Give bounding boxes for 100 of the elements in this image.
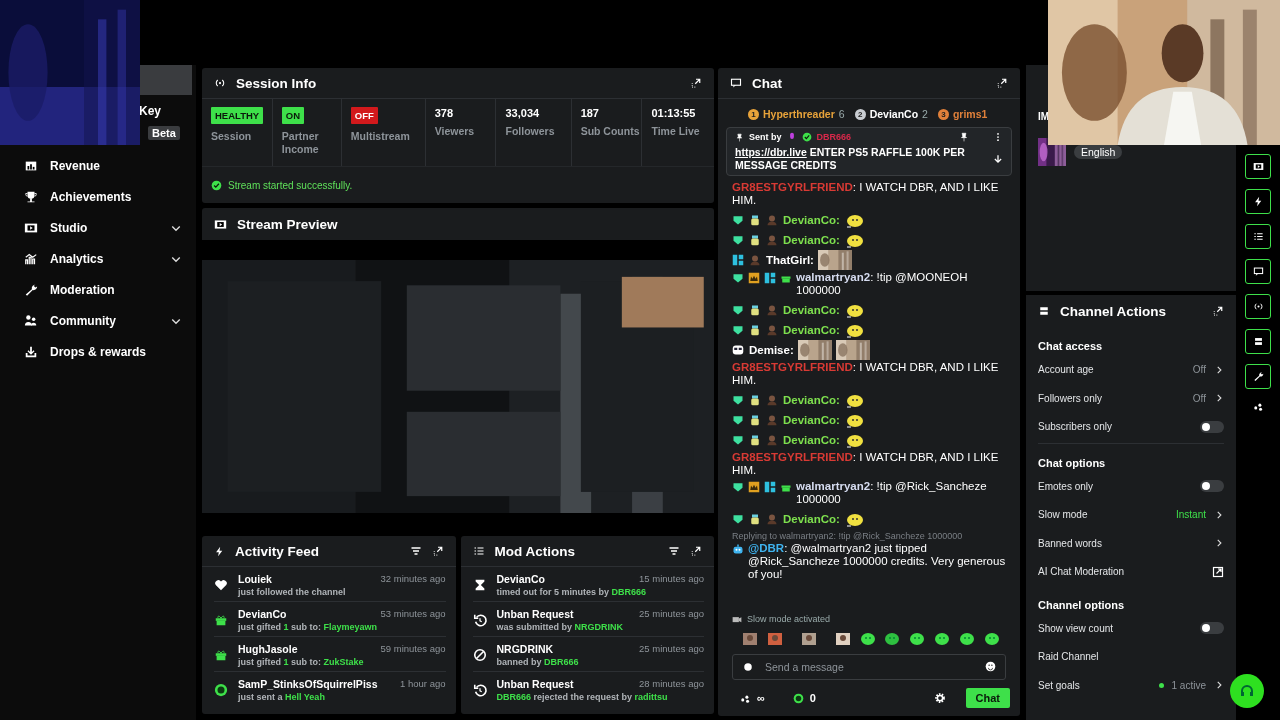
chevron-right-icon bbox=[1214, 680, 1224, 691]
toolbar-button[interactable] bbox=[1245, 189, 1271, 214]
heart-icon bbox=[214, 578, 228, 592]
chat-message: walmartryan2: !tip @MOONEOH 1000000 bbox=[796, 271, 969, 298]
section-heading: Channel options bbox=[1038, 597, 1126, 613]
video-icon bbox=[214, 217, 227, 231]
setting-row[interactable]: Raid Channel bbox=[1038, 642, 1224, 671]
sidebar-item[interactable]: Community bbox=[0, 305, 196, 336]
chat-username[interactable]: DevianCo: bbox=[783, 394, 840, 407]
shield-badge-icon bbox=[732, 304, 744, 317]
setting-value: Off bbox=[1192, 392, 1206, 404]
robot-badge-icon bbox=[732, 543, 744, 556]
toolbar-button[interactable] bbox=[1245, 224, 1271, 249]
rank-badge: 3 bbox=[937, 108, 949, 120]
settings-icon bbox=[933, 692, 946, 704]
grid-badge-icon bbox=[732, 254, 744, 267]
toggle-switch[interactable] bbox=[1200, 622, 1224, 635]
bottle-badge-icon bbox=[749, 434, 761, 447]
headset-icon bbox=[1239, 683, 1255, 699]
gift-count: 2 bbox=[922, 108, 928, 120]
avatar-badge-icon bbox=[766, 214, 778, 227]
timestamp: 28 minutes ago bbox=[639, 678, 704, 690]
username: NRGDRINK bbox=[496, 643, 554, 655]
bottle-badge-icon bbox=[749, 394, 761, 407]
setting-row[interactable]: Followers only Off bbox=[1038, 383, 1224, 413]
chevron-right-icon bbox=[1214, 509, 1224, 520]
chat-message: @DBR: @walmartryan2 just tipped @Rick_Sancheze 1000000 credits. Very generous of you! bbox=[748, 542, 1006, 582]
toggle-switch[interactable] bbox=[1200, 420, 1224, 433]
arrow-down-icon bbox=[993, 153, 1003, 164]
filter-icon bbox=[409, 545, 422, 557]
chat-username[interactable]: DevianCo: bbox=[783, 513, 840, 526]
emote-icon bbox=[766, 631, 783, 647]
status-badge: HEALTHY bbox=[211, 107, 264, 124]
sidebar-item[interactable]: Key bbox=[139, 103, 161, 118]
chat-username[interactable]: Demise: bbox=[749, 344, 794, 357]
bottle-badge-icon bbox=[749, 414, 761, 427]
pinned-text: https://dbr.live ENTER PS5 RAFFLE 100K PER MESSAGE CREDITS bbox=[735, 146, 966, 172]
rank-badge: 1 bbox=[748, 108, 759, 120]
sidebar-item[interactable]: Drops & rewards bbox=[0, 336, 196, 367]
list-icon bbox=[472, 545, 485, 557]
chat-icon bbox=[730, 77, 742, 89]
leaderboard-name: grims1 bbox=[952, 108, 988, 120]
chat-username[interactable]: ThatGirl: bbox=[766, 254, 814, 267]
setting-label: Followers only bbox=[1038, 392, 1103, 404]
timestamp: 25 minutes ago bbox=[639, 643, 704, 655]
toggle-switch[interactable] bbox=[1200, 480, 1224, 493]
username: HughJasole bbox=[238, 643, 298, 655]
setting-row[interactable]: AI Chat Moderation bbox=[1038, 557, 1224, 586]
toolbar-button[interactable] bbox=[1245, 154, 1271, 179]
check-circle-icon bbox=[211, 179, 222, 191]
chat-username[interactable]: DevianCo: bbox=[783, 304, 840, 317]
emoji-icon bbox=[985, 661, 996, 672]
chat-username[interactable]: DevianCo: bbox=[783, 434, 840, 447]
activity-description: just gifted 1 sub to: Flaymeyawn bbox=[238, 622, 379, 632]
menu-item-icon bbox=[24, 344, 38, 359]
panel-title: Channel Actions bbox=[1060, 303, 1167, 319]
sidebar-item[interactable]: Analytics bbox=[0, 243, 196, 274]
setting-row[interactable]: Account age Off bbox=[1038, 355, 1224, 384]
sidebar-item[interactable]: Achievements bbox=[0, 181, 196, 212]
chat-username[interactable]: DevianCo: bbox=[783, 234, 840, 247]
send-button[interactable]: Chat bbox=[965, 688, 1010, 708]
stat-label: Sub Counts bbox=[580, 125, 641, 139]
setting-row[interactable]: Set goals 1 active bbox=[1038, 670, 1224, 700]
bottle-badge-icon bbox=[749, 234, 761, 247]
toolbar-button[interactable] bbox=[1245, 364, 1271, 389]
chevron-right-icon bbox=[1214, 538, 1224, 549]
setting-row[interactable]: Banned words bbox=[1038, 528, 1224, 558]
toolbar-button[interactable] bbox=[1245, 294, 1271, 319]
chat-message: GR8ESTGYRLFRIEND: I WATCH DBR, AND I LIKE HIM. bbox=[732, 181, 1000, 208]
pin-icon bbox=[959, 132, 969, 142]
avatar-badge-icon bbox=[766, 324, 778, 337]
toolbar-button[interactable] bbox=[1245, 259, 1271, 284]
toolbar-button[interactable] bbox=[1252, 401, 1264, 412]
grid-badge-icon bbox=[764, 481, 776, 494]
expand-icon bbox=[690, 77, 702, 89]
activity-description: timed out for 5 minutes by DBR666 bbox=[496, 587, 648, 597]
layout-icon bbox=[1252, 336, 1264, 347]
sidebar-item[interactable]: Studio bbox=[0, 212, 196, 243]
stat-label: Session bbox=[211, 130, 253, 144]
chevron-right-icon bbox=[1214, 393, 1224, 404]
timestamp: 25 minutes ago bbox=[639, 608, 704, 620]
panel-title: Chat bbox=[752, 75, 783, 91]
chat-username[interactable]: DevianCo: bbox=[783, 214, 840, 227]
setting-label: Account age bbox=[1038, 364, 1095, 376]
message-input[interactable]: Send a message bbox=[732, 654, 1006, 680]
sidebar-item[interactable]: Revenue bbox=[0, 150, 196, 181]
gift-icon bbox=[214, 648, 228, 662]
undo-icon bbox=[472, 683, 487, 697]
video-icon bbox=[1252, 161, 1264, 172]
shield-badge-icon bbox=[732, 272, 744, 285]
chat-username[interactable]: DevianCo: bbox=[783, 324, 840, 337]
status-badge: ON bbox=[281, 107, 305, 124]
toolbar-button[interactable] bbox=[1245, 329, 1271, 354]
support-button[interactable] bbox=[1230, 674, 1264, 708]
setting-label: Slow mode bbox=[1038, 509, 1089, 521]
sidebar-item[interactable]: Moderation bbox=[0, 274, 196, 305]
link[interactable]: https://dbr.live bbox=[735, 146, 807, 158]
setting-row[interactable]: Slow mode Instant bbox=[1038, 500, 1224, 529]
chat-username[interactable]: DevianCo: bbox=[783, 414, 840, 427]
stat-value: 378 bbox=[434, 107, 455, 119]
